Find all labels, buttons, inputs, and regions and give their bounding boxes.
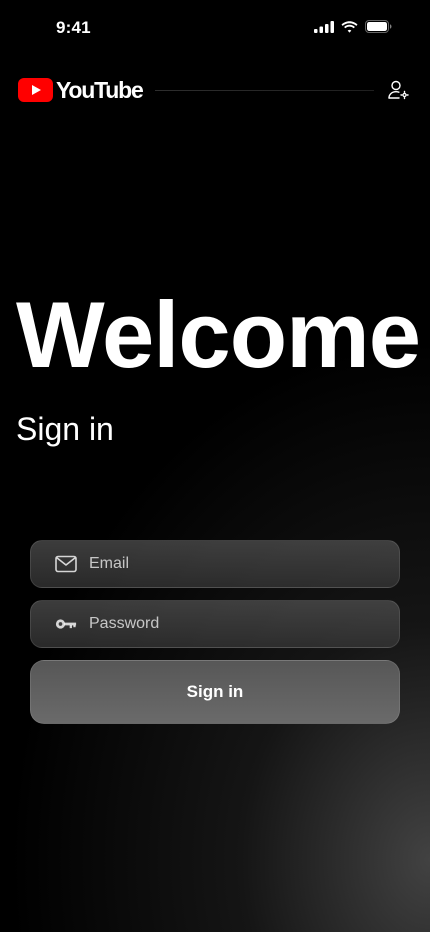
account-settings-button[interactable] <box>386 77 412 103</box>
status-time: 9:41 <box>56 18 91 37</box>
password-input[interactable] <box>89 615 349 633</box>
status-bar: 9:41 <box>0 0 430 56</box>
wifi-icon <box>341 20 358 33</box>
email-input[interactable] <box>89 555 349 573</box>
youtube-play-icon <box>18 78 53 102</box>
header: YouTube <box>18 76 412 104</box>
battery-icon <box>365 20 392 33</box>
signal-icon <box>314 20 334 33</box>
email-field[interactable] <box>30 540 400 588</box>
key-icon <box>55 613 77 635</box>
sign-in-subtitle: Sign in <box>16 411 114 447</box>
sign-in-form: Sign in <box>30 540 400 724</box>
mail-icon <box>55 553 77 575</box>
password-field[interactable] <box>30 600 400 648</box>
welcome-title: Welcome <box>16 282 421 387</box>
status-icons <box>314 20 392 33</box>
youtube-logo[interactable]: YouTube <box>18 76 144 104</box>
account-settings-icon <box>388 80 409 100</box>
logo-wordmark: YouTube <box>56 76 144 103</box>
header-divider <box>154 89 374 91</box>
sign-in-button[interactable]: Sign in <box>30 660 400 724</box>
